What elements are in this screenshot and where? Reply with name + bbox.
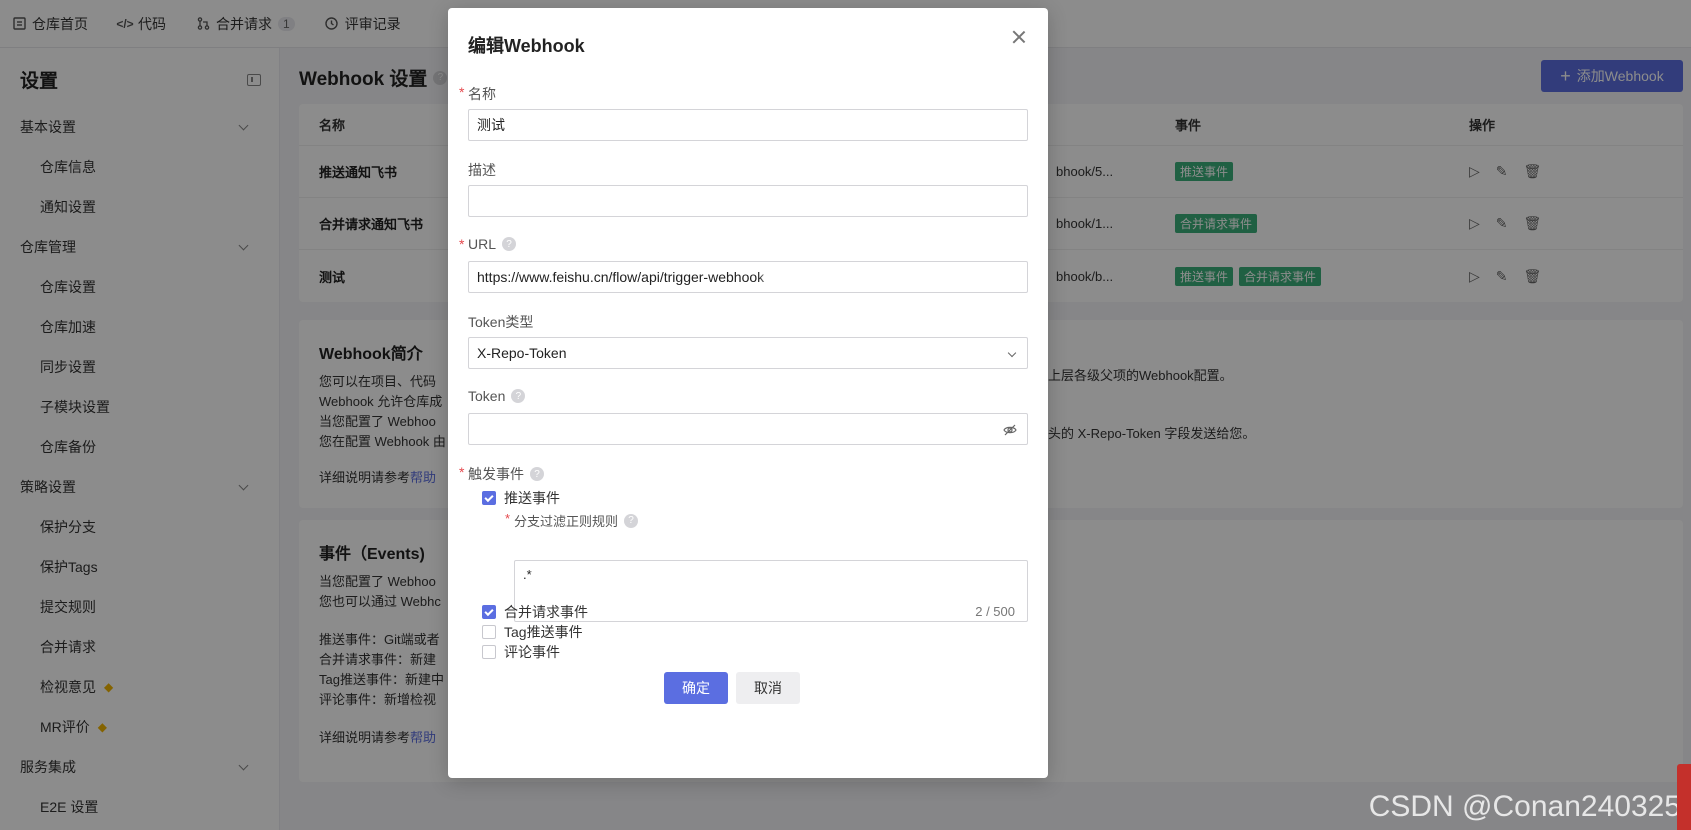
close-icon[interactable] [1012,30,1026,44]
branch-filter-value: .* [523,567,532,582]
label-text: 分支过滤正则规则 [514,514,619,529]
help-icon[interactable]: ? [624,513,639,528]
token-type-select[interactable]: X-Repo-Token [468,337,1028,369]
name-label: * 名称 [459,84,496,104]
comment-event-checkbox[interactable]: 评论事件 [482,642,560,662]
required-mark: * [505,511,511,526]
checkbox-checked[interactable] [482,605,496,619]
token-type-label: Token类型 [468,314,534,330]
help-icon[interactable]: ? [502,237,517,251]
floating-side-tab[interactable] [1677,764,1691,830]
label-text: 名称 [468,86,496,102]
url-field[interactable]: https://www.feishu.cn/flow/api/trigger-w… [468,261,1028,293]
checkbox-checked[interactable] [482,491,496,505]
help-icon[interactable]: ? [530,467,544,481]
url-label: * URL? [459,236,517,252]
confirm-button[interactable]: 确定 [664,672,728,704]
branch-filter-textarea[interactable]: .* 2 / 500 [514,560,1028,622]
dialog-title: 编辑Webhook [468,36,585,56]
help-icon[interactable]: ? [511,389,526,403]
tag-event-checkbox[interactable]: Tag推送事件 [482,622,583,642]
token-type-value: X-Repo-Token [477,345,567,361]
checkbox-label: 推送事件 [504,490,560,506]
chevron-down-icon [1007,348,1017,358]
edit-webhook-dialog: 编辑Webhook * 名称 测试 描述 * URL? https://www.fe… [448,8,1048,778]
checkbox-unchecked[interactable] [482,645,496,659]
mr-event-checkbox[interactable]: 合并请求事件 [482,602,588,622]
checkbox-unchecked[interactable] [482,625,496,639]
push-event-checkbox[interactable]: 推送事件 [482,488,560,508]
checkbox-label: Tag推送事件 [504,624,583,640]
required-mark: * [459,464,465,480]
branch-filter-label: * 分支过滤正则规则? [505,511,639,530]
required-mark: * [459,84,465,100]
checkbox-label: 评论事件 [504,644,560,660]
required-mark: * [459,236,465,252]
token-field[interactable] [468,413,1028,445]
label-text: 触发事件 [468,466,524,482]
token-label: Token? [468,388,526,404]
watermark: CSDN @Conan240325 [1368,790,1681,823]
eye-off-icon[interactable] [1003,423,1017,437]
label-text: Token [468,388,506,404]
checkbox-label: 合并请求事件 [504,604,588,620]
description-label: 描述 [468,162,496,178]
cancel-button[interactable]: 取消 [736,672,800,704]
trigger-events-label: * 触发事件? [459,464,544,484]
name-field[interactable]: 测试 [468,109,1028,141]
label-text: URL [468,236,497,252]
description-field[interactable] [468,185,1028,217]
url-value: https://www.feishu.cn/flow/api/trigger-w… [477,269,765,285]
redaction-blur [764,262,1004,292]
char-counter: 2 / 500 [975,604,1015,619]
